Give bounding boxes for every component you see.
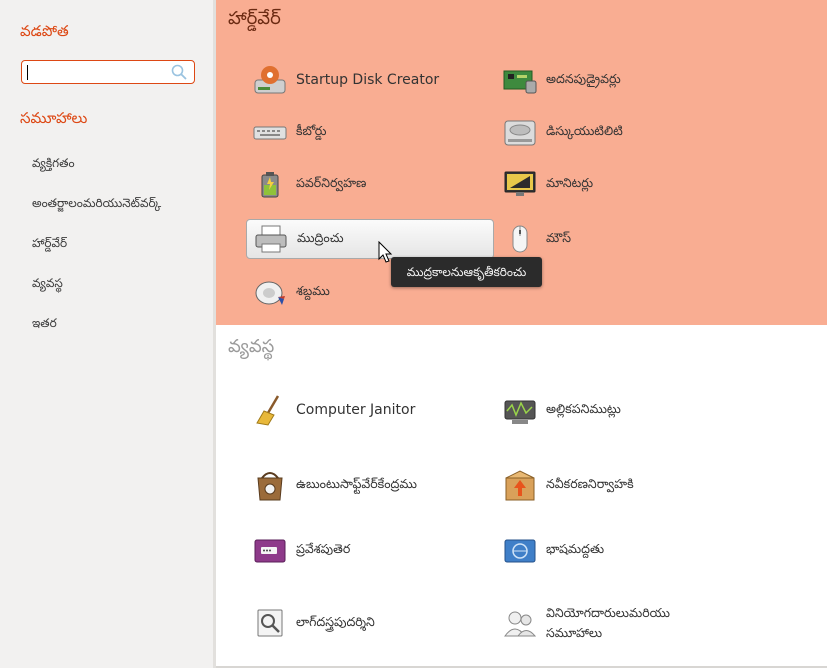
login-screen-icon <box>254 539 286 563</box>
item-label: ఉబుంటుసాఫ్ట్‌వేర్‌కేంద్రము <box>296 475 417 491</box>
item-language-support[interactable]: భాషమద్దతు <box>496 530 742 570</box>
additional-drivers-icon <box>503 70 537 94</box>
item-label: ముద్రించు <box>297 229 344 245</box>
sidebar: వడపోత సమూహాలు వ్యక్తిగతం అంతర్జాలంమరియున… <box>0 0 213 668</box>
keyboard-icon <box>253 126 287 140</box>
group-item-personal[interactable]: వ్యక్తిగతం <box>32 150 161 190</box>
weave-tools-icon <box>504 400 536 424</box>
software-center-icon <box>257 472 283 501</box>
item-log-viewer[interactable]: లాగ్‌దస్త్రపుదర్శిని <box>246 603 492 643</box>
monitors-icon <box>504 171 536 196</box>
item-keyboard[interactable]: కీబోర్డు <box>246 112 492 152</box>
item-startup-disk-creator[interactable]: Startup Disk Creator <box>246 60 492 100</box>
item-update-manager[interactable]: నవీకరణనిర్వాహకి <box>496 465 742 505</box>
item-label: కీబోర్డు <box>296 122 327 138</box>
update-manager-icon <box>505 470 535 501</box>
item-power-management[interactable]: పవర్‌నిర్వహణ <box>246 164 492 204</box>
printer-icon <box>255 225 287 253</box>
item-computer-janitor[interactable]: Computer Janitor <box>246 390 492 430</box>
item-login-screen[interactable]: ప్రవేశపుతెర <box>246 530 492 570</box>
item-weave-tools[interactable]: అల్లికపనిముట్లు <box>496 390 742 430</box>
search-input[interactable] <box>21 60 195 84</box>
language-support-icon <box>504 539 536 563</box>
group-list: వ్యక్తిగతం అంతర్జాలంమరియునెట్‌వర్క్ హార్… <box>32 150 161 350</box>
item-label: Computer Janitor <box>296 402 416 418</box>
item-label: భాషమద్దతు <box>546 540 605 556</box>
broom-icon <box>256 395 280 426</box>
item-mouse[interactable]: మౌస్ <box>496 219 742 259</box>
group-item-other[interactable]: ఇతర <box>32 310 161 350</box>
item-label: మౌస్ <box>546 229 572 245</box>
item-label: శబ్దము <box>296 282 330 298</box>
item-additional-drivers[interactable]: అదనపుడ్రైవర్లు <box>496 60 742 100</box>
item-label: మానిటర్లు <box>546 174 594 190</box>
item-label: Startup Disk Creator <box>296 72 440 88</box>
item-label: సమూహాలు <box>546 625 603 640</box>
hardware-title: హార్డ్‌వేర్ <box>228 8 281 29</box>
item-disk-utility[interactable]: డిస్కుయుటిలిటి <box>496 112 742 152</box>
item-label: నవీకరణనిర్వాహకి <box>546 475 634 491</box>
item-label: ప్రవేశపుతెర <box>296 540 351 556</box>
group-item-system[interactable]: వ్యవస్థ <box>32 270 161 310</box>
mouse-pointer-icon <box>378 241 393 263</box>
item-label: లాగ్‌దస్త్రపుదర్శిని <box>296 613 375 629</box>
filter-heading: వడపోత <box>20 22 69 40</box>
text-caret <box>27 65 28 80</box>
users-groups-icon <box>504 611 537 637</box>
item-software-center[interactable]: ఉబుంటుసాఫ్ట్‌వేర్‌కేంద్రము <box>246 465 492 505</box>
item-label: వినియోగదారులుమరియు <box>546 605 671 620</box>
content-panel: హార్డ్‌వేర్ Startup Disk Creator అదనపుడ్… <box>216 0 827 668</box>
item-label: అదనపుడ్రైవర్లు <box>546 70 621 86</box>
group-item-hardware[interactable]: హార్డ్‌వేర్ <box>32 230 161 270</box>
system-title: వ్యవస్థ <box>228 336 275 357</box>
item-printing[interactable]: ముద్రించు <box>246 219 494 259</box>
item-label: పవర్‌నిర్వహణ <box>296 174 367 190</box>
groups-heading: సమూహాలు <box>20 109 88 127</box>
item-label: డిస్కుయుటిలిటి <box>546 122 623 138</box>
group-item-internet-network[interactable]: అంతర్జాలంమరియునెట్‌వర్క్ <box>32 190 161 230</box>
item-monitors[interactable]: మానిటర్లు <box>496 164 742 204</box>
search-icon[interactable] <box>170 63 188 81</box>
power-management-icon <box>261 172 279 198</box>
sound-icon <box>255 281 285 305</box>
mouse-icon <box>512 225 528 253</box>
item-label: అల్లికపనిముట్లు <box>546 400 621 416</box>
log-viewer-icon <box>257 609 283 637</box>
tooltip: ముద్రకాలనుఆకృతీకరించు <box>391 257 542 287</box>
disk-utility-icon <box>504 120 536 146</box>
startup-disk-icon <box>254 66 286 94</box>
item-label-group: వినియోగదారులుమరియు సమూహాలు <box>546 603 670 643</box>
item-users-and-groups[interactable]: వినియోగదారులుమరియు సమూహాలు <box>496 603 742 643</box>
